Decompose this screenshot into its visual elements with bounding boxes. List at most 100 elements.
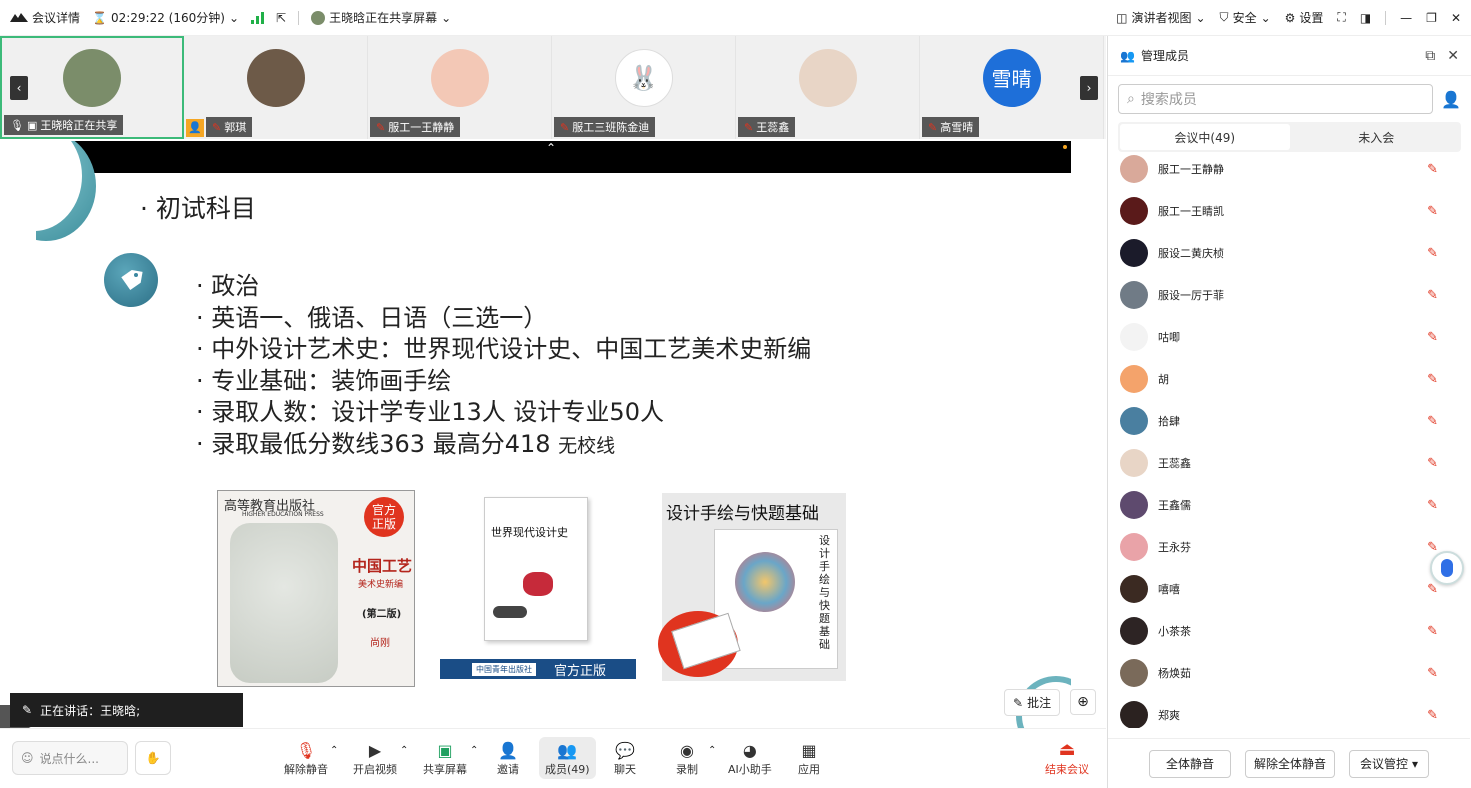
tab-in-meeting[interactable]: 会议中(49) — [1120, 124, 1290, 150]
presenter-view-label: 演讲者视图 — [1131, 11, 1192, 25]
mic-muted-icon[interactable]: ✎ — [1427, 456, 1438, 471]
list-item[interactable]: 小茶茶 ✎ — [1108, 610, 1470, 652]
close-icon[interactable]: ✕ — [1451, 11, 1461, 25]
member-search-input[interactable]: ⌕ 搜索成员 — [1118, 84, 1434, 114]
mic-muted-icon: ✎ — [376, 120, 386, 134]
mic-muted-icon[interactable]: ✎ — [1427, 498, 1438, 513]
invite-button[interactable]: 👤 邀请 — [497, 739, 519, 777]
slide-bullet: · 录取最低分数线363 最高分418 无校线 — [196, 429, 811, 463]
list-item[interactable]: 王永芬 ✎ — [1108, 526, 1470, 568]
member-search-row: ⌕ 搜索成员 👤 — [1108, 76, 1471, 122]
security-button[interactable]: ⛉ 安全 ⌄ — [1220, 9, 1271, 26]
participant-avatar — [798, 48, 857, 107]
list-item[interactable]: 服设二黄庆桢 ✎ — [1108, 232, 1470, 274]
chevron-up-icon[interactable]: ⌃ — [546, 141, 556, 155]
zoom-in-icon: ⊕ — [1077, 694, 1089, 710]
duration-display[interactable]: ⌛ 02:29:22 (160分钟) ⌄ — [92, 9, 239, 26]
mic-muted-icon[interactable]: ✎ — [1427, 624, 1438, 639]
restore-icon[interactable]: ❐ — [1426, 11, 1437, 25]
list-item[interactable]: 服设一厉于菲 ✎ — [1108, 274, 1470, 316]
members-button[interactable]: 👥 成员(49) — [539, 737, 596, 779]
minimize-icon[interactable]: — — [1400, 11, 1412, 25]
thumbnail-1[interactable]: 👤 ✎ 郭琪 — [184, 36, 368, 139]
chevron-up-icon[interactable]: ⌃ — [330, 745, 338, 756]
chat-label: 聊天 — [614, 763, 636, 776]
share-screen-button[interactable]: ▣ 共享屏幕 — [423, 739, 467, 777]
popout-icon[interactable]: ⇱ — [276, 11, 286, 25]
unmute-all-button[interactable]: 解除全体静音 — [1244, 749, 1335, 778]
ai-assistant-button[interactable]: ◕ AI小助手 — [728, 739, 772, 777]
meeting-details-button[interactable]: 会议详情 — [10, 9, 80, 26]
record-button[interactable]: ◉ 录制 — [676, 739, 698, 777]
list-item[interactable]: 王蕊鑫 ✎ — [1108, 442, 1470, 484]
mic-muted-icon[interactable]: ✎ — [1427, 204, 1438, 219]
mic-muted-icon[interactable]: ✎ — [1427, 414, 1438, 429]
book-illustration — [735, 552, 795, 612]
ai-label: AI小助手 — [728, 763, 772, 776]
publisher-banner: 中国青年出版社 官方正版 — [440, 659, 636, 679]
fullscreen-icon[interactable]: ⛶ — [1337, 10, 1345, 25]
exit-icon: ⏏ — [1058, 739, 1076, 760]
book-illustration — [230, 523, 338, 683]
members-panel: 👥 管理成员 ⧉ ✕ ⌕ 搜索成员 👤 会议中(49) 未入会 服工一王静静 ✎ 服… — [1107, 36, 1471, 788]
thumbnail-3[interactable]: 🐰 ✎ 服工三班陈金迪 — [552, 36, 736, 139]
zoom-in-button[interactable]: ⊕ — [1070, 689, 1096, 715]
mic-muted-icon[interactable]: ✎ — [1427, 666, 1438, 681]
mic-muted-icon[interactable]: ✎ — [1427, 372, 1438, 387]
apps-button[interactable]: ▦ 应用 — [798, 739, 820, 777]
list-item[interactable]: 服工一王静静 ✎ — [1108, 148, 1470, 190]
participant-avatar: 🐰 — [614, 48, 673, 107]
annotate-button[interactable]: ✎ 批注 — [1004, 689, 1061, 716]
mic-muted-icon[interactable]: ✎ — [1427, 162, 1438, 177]
thumbnails-next-button[interactable]: › — [1080, 76, 1098, 100]
search-placeholder: 搜索成员 — [1140, 92, 1197, 108]
meeting-control-button[interactable]: 会议管控 ▾ — [1348, 749, 1430, 778]
slide-top-bar: ⌃ — [36, 141, 1071, 173]
mic-muted-icon[interactable]: ✎ — [1427, 330, 1438, 345]
list-item[interactable]: 嘻嘻 ✎ — [1108, 568, 1470, 610]
list-item[interactable]: 拾肆 ✎ — [1108, 400, 1470, 442]
list-item[interactable]: 杨焕茹 ✎ — [1108, 652, 1470, 694]
book-edition: (第二版) — [362, 609, 402, 620]
mic-muted-icon[interactable]: ✎ — [1427, 288, 1438, 303]
mic-muted-icon[interactable]: ✎ — [1427, 708, 1438, 723]
list-item[interactable]: 郑爽 ✎ — [1108, 694, 1470, 728]
list-item[interactable]: 咕唧 ✎ — [1108, 316, 1470, 358]
slide-bullet-list: · 政治 · 英语一、俄语、日语（三选一） · 中外设计艺术史：世界现代设计史、… — [196, 271, 811, 462]
chevron-up-icon[interactable]: ⌃ — [470, 745, 478, 756]
members-icon: 👥 — [1120, 48, 1135, 63]
thumbnail-4[interactable]: ✎ 王蕊鑫 — [736, 36, 920, 139]
sidebar-toggle-icon[interactable]: ◨ — [1360, 11, 1371, 25]
list-item[interactable]: 王鑫儒 ✎ — [1108, 484, 1470, 526]
mic-muted-icon[interactable]: ✎ — [1427, 246, 1438, 261]
chevron-up-icon[interactable]: ⌃ — [400, 745, 408, 756]
list-item[interactable]: 服工一王睛凯 ✎ — [1108, 190, 1470, 232]
mute-all-button[interactable]: 全体静音 — [1148, 749, 1231, 778]
mic-muted-icon[interactable]: ✎ — [1427, 582, 1438, 597]
settings-button[interactable]: ⚙ 设置 — [1285, 9, 1324, 26]
popout-panel-icon[interactable]: ⧉ — [1425, 48, 1435, 64]
quick-chat-input[interactable]: ☺ 说点什么... — [12, 741, 128, 775]
badge-text: 官方正版 — [371, 503, 396, 531]
thumbnail-2[interactable]: ✎ 服工一王静静 — [368, 36, 552, 139]
chevron-up-icon[interactable]: ⌃ — [708, 745, 716, 756]
participant-name-tag: ✎ 服工三班陈金迪 — [554, 117, 656, 137]
list-item[interactable]: 胡 ✎ — [1108, 358, 1470, 400]
sharing-status-dropdown[interactable]: 王晓晗正在共享屏幕 ⌄ — [311, 9, 451, 26]
floating-mic-button[interactable] — [1430, 551, 1464, 585]
signal-icon[interactable] — [251, 11, 265, 24]
thumbnails-prev-button[interactable]: ‹ — [10, 76, 28, 100]
chat-button[interactable]: 💬 聊天 — [614, 739, 636, 777]
close-icon[interactable]: ✕ — [1447, 48, 1459, 64]
pen-icon: ✎ — [1013, 695, 1024, 710]
add-member-icon[interactable]: 👤 — [1441, 90, 1461, 109]
mic-muted-icon[interactable]: ✎ — [1427, 540, 1438, 555]
screen-share-icon: ▣ — [26, 118, 38, 132]
end-meeting-button[interactable]: ⏏ 结束会议 — [1045, 739, 1089, 777]
unmute-button[interactable]: 🎙 解除静音 — [284, 739, 328, 777]
member-list: 服工一王静静 ✎ 服工一王睛凯 ✎ 服设二黄庆桢 ✎ 服设一厉于菲 ✎ 咕唧 ✎ 胡 ✎ 拾肆 ✎ 王蕊鑫 ✎… — [1108, 148, 1470, 728]
raise-hand-button[interactable]: ✋ — [135, 741, 171, 775]
start-video-button[interactable]: ▶ 开启视频 — [353, 739, 397, 777]
thumbnail-5[interactable]: 雪晴 ✎ 高雪晴 — [920, 36, 1104, 139]
presenter-view-button[interactable]: ◫ 演讲者视图 ⌄ — [1116, 9, 1205, 26]
